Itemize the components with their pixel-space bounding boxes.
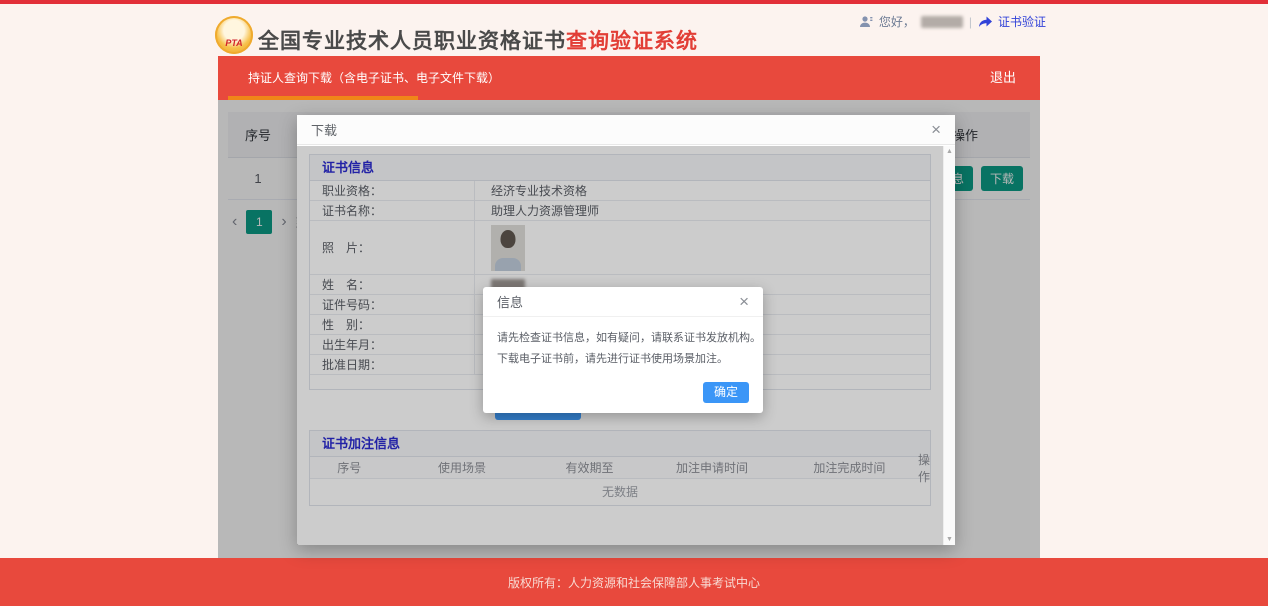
page-title-accent: 查询验证系统 [566,30,698,53]
download-modal-header: 下载 × [297,115,955,145]
top-red-strip [0,0,1268,4]
pta-logo-text: PTA [225,38,242,48]
info-message-line2: 下载电子证书前，请先进行证书使用场景加注。 [497,349,749,370]
copyright-text: 版权所有：人力资源和社会保障部人事考试中心 [508,574,760,591]
share-arrow-icon [978,15,993,28]
main-navbar: 持证人查询下载（含电子证书、电子文件下载） 退出 [218,56,1040,100]
pta-logo: PTA [215,16,253,54]
download-modal-close-icon[interactable]: × [931,121,941,138]
page-title-main: 全国专业技术人员职业资格证书 [258,30,566,53]
user-area: 您好， | 证书验证 [859,13,1046,30]
tab-holder-query-download[interactable]: 持证人查询下载（含电子证书、电子文件下载） [248,56,500,100]
download-modal-title: 下载 [311,120,337,139]
user-icon [859,15,873,29]
greeting-text: 您好， [879,13,915,30]
info-modal-header: 信息 × [483,287,763,317]
scroll-up-icon[interactable]: ▲ [946,148,953,155]
certificate-verify-link[interactable]: 证书验证 [978,13,1046,30]
confirm-button[interactable]: 确定 [703,382,749,403]
modal-scrollbar[interactable]: ▲ ▼ [943,146,955,545]
page-title: 全国专业技术人员职业资格证书查询验证系统 [258,25,698,55]
info-modal: 信息 × 请先检查证书信息，如有疑问，请联系证书发放机构。 下载电子证书前，请先… [483,287,763,413]
header-separator: | [969,15,972,29]
info-modal-title: 信息 [497,292,523,311]
info-modal-message: 请先检查证书信息，如有疑问，请联系证书发放机构。 下载电子证书前，请先进行证书使… [483,317,763,370]
verify-link-label: 证书验证 [998,13,1046,30]
info-modal-close-icon[interactable]: × [739,293,749,310]
logout-button[interactable]: 退出 [990,56,1016,100]
info-message-line1: 请先检查证书信息，如有疑问，请联系证书发放机构。 [497,328,749,349]
user-name-redacted [921,16,963,28]
page-footer: 版权所有：人力资源和社会保障部人事考试中心 [0,558,1268,606]
scroll-down-icon[interactable]: ▼ [946,536,953,543]
